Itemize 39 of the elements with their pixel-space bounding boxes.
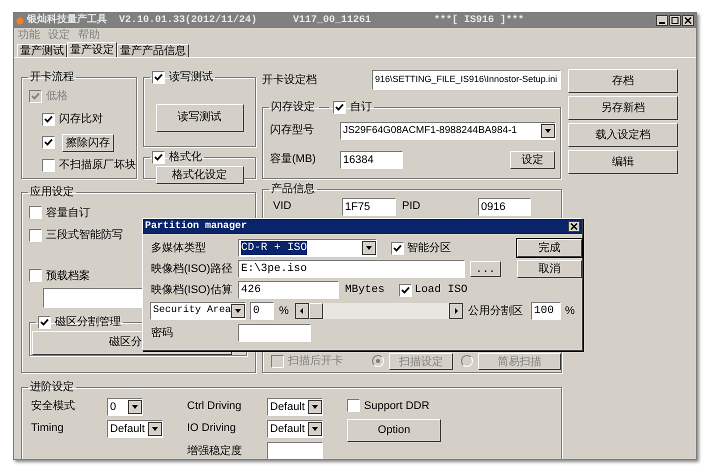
field-label: VID <box>273 199 292 214</box>
checkbox-label: 三段式智能防写 <box>46 228 123 243</box>
field-label: 容量(MB) <box>270 152 317 168</box>
window-title: 银灿科技量产工具 V2.10.01.33(2012/11/24) V117_00_11261 <box>27 13 372 28</box>
checkbox-label: 自订 <box>350 100 372 115</box>
field-label: 增强稳定度 <box>187 444 243 459</box>
checkbox-label: 低格 <box>46 89 68 104</box>
checkbox-label: 容量自订 <box>46 206 90 220</box>
field-label: 映像档(ISO)路径 <box>151 262 234 277</box>
checkbox-label: Support DDR <box>364 398 430 414</box>
checkbox-label: 磁区分割管理 <box>55 314 121 330</box>
group-title: 开卡流程 <box>30 70 74 85</box>
checkbox-label: 不扫描原厂坏块 <box>59 158 136 174</box>
field-label: 开卡设定档 <box>262 72 317 88</box>
dialog-title: Partition manager <box>145 220 248 234</box>
field-label: Ctrl Driving <box>187 399 242 414</box>
checkbox-label: 格式化 <box>169 150 202 165</box>
field-label: 映像档(ISO)估算 <box>151 282 234 298</box>
checkbox-label: 闪存比对 <box>59 112 103 128</box>
group-title: 产品信息 <box>271 182 315 197</box>
field-label: Timing <box>31 421 65 436</box>
unit-label: MBytes <box>345 282 385 298</box>
field-label: 多媒体类型 <box>151 240 207 256</box>
field-label: IO Driving <box>187 421 237 436</box>
checkbox-label: 读写测试 <box>169 70 213 85</box>
unit-label: % <box>279 304 289 319</box>
checkbox-label: 预载档案 <box>46 268 90 284</box>
window-subtitle: ***[ IS916 ]*** <box>434 14 524 28</box>
checkbox-label: 扫描后开卡 <box>288 354 344 369</box>
field-label: 闪存型号 <box>270 123 315 138</box>
group-title: 应用设定 <box>30 184 74 200</box>
unit-label: % <box>565 304 575 319</box>
checkbox-label: Load ISO <box>414 282 468 298</box>
checkbox-label: 智能分区 <box>407 240 451 256</box>
field-label: 安全模式 <box>31 398 76 414</box>
field-label: 公用分割区 <box>468 304 523 319</box>
group-title: 进阶设定 <box>30 380 74 395</box>
group-title: 闪存设定 <box>271 100 315 115</box>
field-label: PID <box>402 199 422 214</box>
